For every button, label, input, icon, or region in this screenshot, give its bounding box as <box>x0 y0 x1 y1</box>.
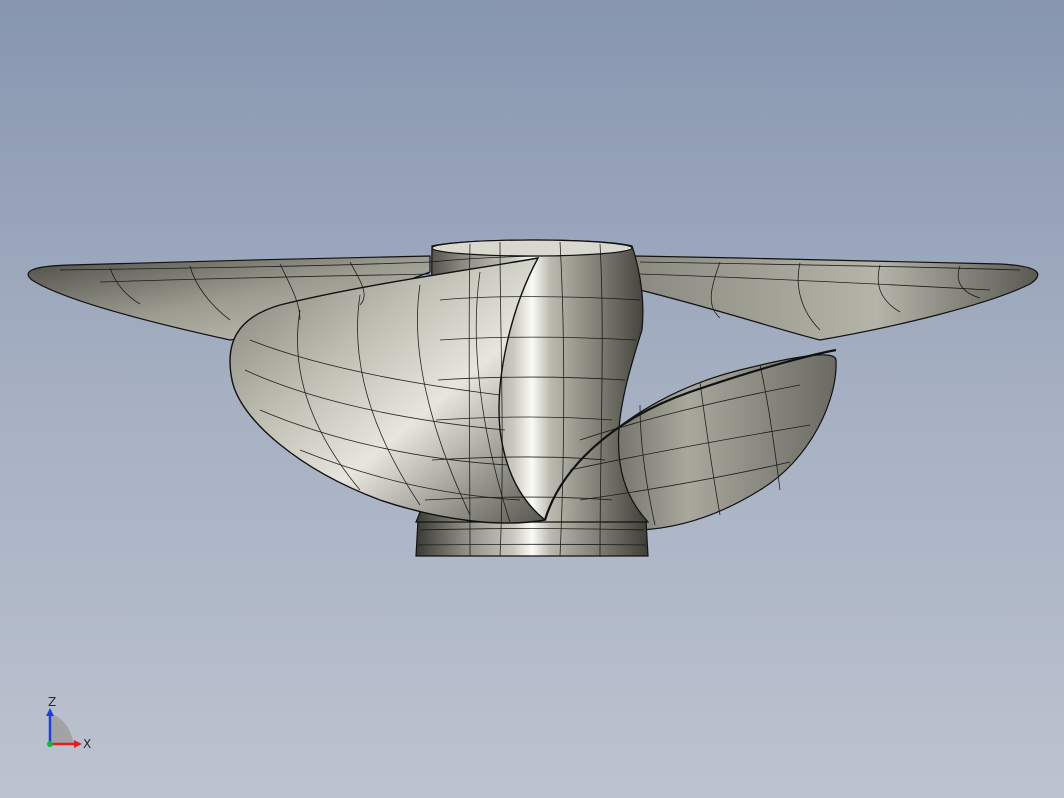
triad-plane <box>50 714 74 744</box>
graphics-viewport[interactable]: Z X <box>0 0 1064 798</box>
z-axis-arrow-icon <box>46 708 54 716</box>
hub-cap <box>431 239 633 257</box>
axis-triad[interactable]: Z X <box>38 696 98 756</box>
z-axis-label: Z <box>48 696 56 709</box>
propeller-model[interactable] <box>0 0 1064 798</box>
x-axis-arrow-icon <box>74 740 82 748</box>
hub-barrel <box>415 519 649 557</box>
x-axis-label: X <box>83 737 91 751</box>
y-axis-dot-icon <box>47 741 53 747</box>
